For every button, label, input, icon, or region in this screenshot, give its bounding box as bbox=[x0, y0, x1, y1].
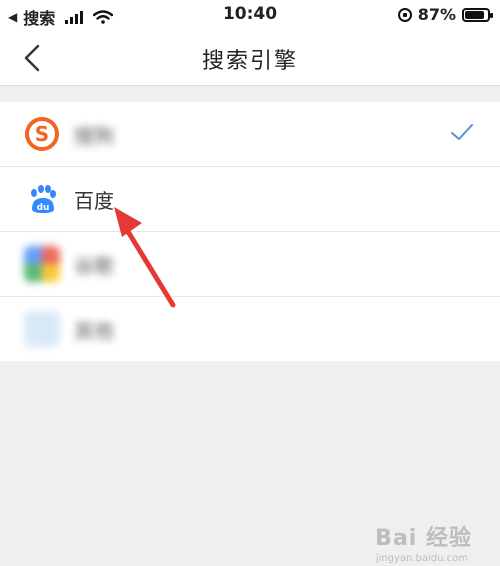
sogou-icon: S bbox=[25, 117, 59, 151]
battery-icon bbox=[462, 7, 493, 22]
status-right: 87% bbox=[397, 5, 493, 24]
engine-label: 搜狗 bbox=[74, 124, 114, 148]
baidu-paw-icon: du bbox=[31, 185, 56, 213]
battery-percent: 87% bbox=[417, 5, 456, 24]
page-title: 搜索引擎 bbox=[201, 49, 298, 74]
checkmark-icon bbox=[451, 124, 473, 140]
engine-item-google[interactable]: 谷歌 bbox=[0, 232, 500, 297]
generic-engine-icon bbox=[24, 311, 60, 347]
battery-level-fill bbox=[465, 10, 484, 19]
engine-label: 其他 bbox=[74, 319, 114, 343]
search-engine-list: S 搜狗 du 百度 谷歌 其他 bbox=[0, 102, 500, 361]
status-bar: ◀ 搜索 10:40 87% bbox=[0, 0, 500, 30]
orientation-lock-icon bbox=[397, 7, 412, 22]
nav-bar: 搜索引擎 bbox=[0, 30, 500, 86]
engine-item-sogou[interactable]: S 搜狗 bbox=[0, 102, 500, 167]
annotation-arrow-icon bbox=[114, 207, 176, 308]
svg-text:S: S bbox=[35, 122, 49, 146]
engine-item-other[interactable]: 其他 bbox=[0, 297, 500, 361]
watermark-logo: Bai 经验 bbox=[375, 526, 472, 551]
google-icon bbox=[24, 246, 60, 282]
watermark-url: jingyan.baidu.com bbox=[375, 553, 468, 564]
engine-item-baidu[interactable]: du 百度 bbox=[0, 167, 500, 232]
svg-text:du: du bbox=[37, 203, 50, 213]
